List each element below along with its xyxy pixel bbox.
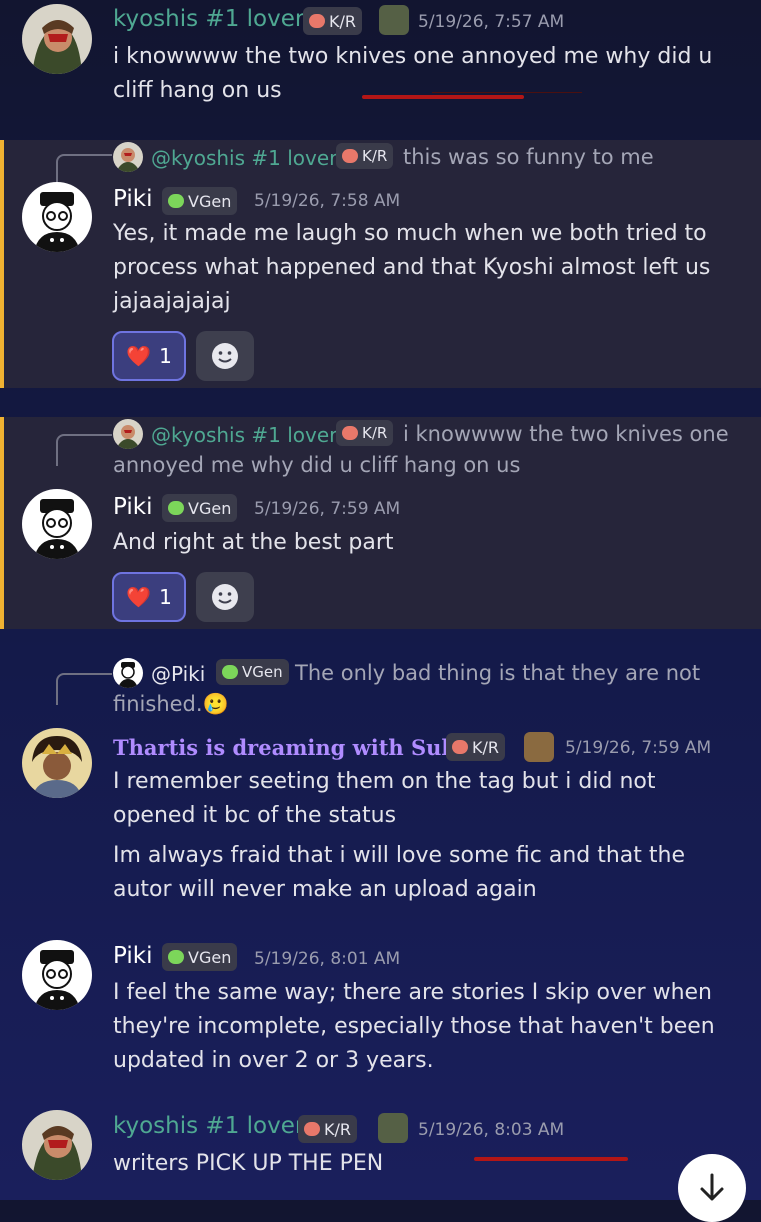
server-icon bbox=[379, 5, 409, 35]
role-tag[interactable]: K/R bbox=[446, 733, 505, 761]
timestamp: 5/19/26, 7:59 AM bbox=[565, 738, 712, 758]
role-tag-label: VGen bbox=[188, 947, 232, 967]
heart-emoji-icon: ❤️ bbox=[126, 344, 152, 368]
message-text: Yes, it made me laugh so much when we bo… bbox=[113, 221, 711, 314]
tag-icon bbox=[452, 740, 468, 754]
tag-icon bbox=[168, 501, 184, 515]
annotation-underline-thin bbox=[432, 92, 582, 93]
reaction-heart[interactable]: ❤️ 1 bbox=[112, 572, 186, 622]
tag-icon bbox=[309, 14, 325, 28]
avatar-piki[interactable] bbox=[22, 182, 92, 252]
add-reaction-button[interactable] bbox=[196, 572, 254, 622]
timestamp: 5/19/26, 7:57 AM bbox=[418, 12, 565, 32]
reaction-heart[interactable]: ❤️ 1 bbox=[112, 331, 186, 381]
add-reaction-button[interactable] bbox=[196, 331, 254, 381]
reply-avatar bbox=[113, 142, 143, 172]
role-tag[interactable]: K/R bbox=[303, 7, 362, 35]
annotation-underline bbox=[362, 95, 524, 99]
username[interactable]: Thartis is dreaming with Suki bbox=[113, 735, 464, 760]
reaction-count: 1 bbox=[159, 344, 172, 368]
role-tag-label: VGen bbox=[188, 191, 232, 211]
reply-role-tag: K/R bbox=[336, 143, 394, 169]
server-icon bbox=[378, 1113, 408, 1143]
role-tag[interactable]: VGen bbox=[162, 943, 238, 971]
highlight-bar bbox=[0, 140, 4, 388]
scroll-to-bottom-button[interactable] bbox=[678, 1154, 746, 1222]
avatar-piki[interactable] bbox=[22, 489, 92, 559]
timestamp: 5/19/26, 7:59 AM bbox=[254, 499, 401, 519]
avatar-piki[interactable] bbox=[22, 940, 92, 1010]
tag-icon bbox=[168, 194, 184, 208]
timestamp: 5/19/26, 8:03 AM bbox=[418, 1120, 565, 1140]
smiley-plus-icon bbox=[212, 584, 238, 610]
annotation-underline bbox=[474, 1157, 628, 1161]
avatar-kyoshi[interactable] bbox=[22, 1110, 92, 1180]
reply-preview-text[interactable]: The only bad thing is that they are not … bbox=[113, 658, 733, 720]
timestamp: 5/19/26, 7:58 AM bbox=[254, 191, 401, 211]
avatar-kyoshi[interactable] bbox=[22, 4, 92, 74]
reply-connector bbox=[56, 673, 112, 705]
reply-connector bbox=[56, 154, 112, 186]
role-tag-label: K/R bbox=[324, 1119, 351, 1139]
role-tag-label: VGen bbox=[188, 498, 232, 518]
reply-username[interactable]: @kyoshis #1 lover bbox=[151, 146, 337, 170]
message-text: And right at the best part bbox=[113, 530, 394, 555]
tag-icon bbox=[168, 950, 184, 964]
avatar-thartis[interactable] bbox=[22, 728, 92, 798]
role-tag-label: K/R bbox=[329, 11, 356, 31]
smiley-plus-icon bbox=[212, 343, 238, 369]
username[interactable]: kyoshis #1 lover bbox=[113, 1113, 304, 1139]
reply-connector bbox=[56, 434, 112, 466]
timestamp: 5/19/26, 8:01 AM bbox=[254, 949, 401, 969]
username[interactable]: Piki bbox=[113, 186, 152, 212]
role-tag[interactable]: VGen bbox=[162, 494, 238, 522]
tag-icon bbox=[342, 149, 358, 163]
highlight-bar bbox=[0, 417, 4, 629]
role-tag[interactable]: K/R bbox=[298, 1115, 357, 1143]
tag-icon bbox=[304, 1122, 320, 1136]
username[interactable]: kyoshis #1 lover bbox=[113, 6, 304, 32]
role-tag-label: K/R bbox=[472, 737, 499, 757]
role-tag[interactable]: VGen bbox=[162, 187, 238, 215]
reply-preview-text[interactable]: this was so funny to me bbox=[403, 142, 654, 173]
message-text: I remember seeting them on the tag but i… bbox=[113, 769, 656, 828]
server-icon bbox=[524, 732, 554, 762]
reply-preview-text[interactable]: i knowwww the two knives one annoyed me … bbox=[113, 419, 733, 481]
username[interactable]: Piki bbox=[113, 943, 152, 969]
heart-emoji-icon: ❤️ bbox=[126, 585, 152, 609]
message-text-2: Im always fraid that i will love some fi… bbox=[113, 843, 685, 902]
username[interactable]: Piki bbox=[113, 494, 152, 520]
message-text: writers PICK UP THE PEN bbox=[113, 1151, 384, 1176]
reaction-count: 1 bbox=[159, 585, 172, 609]
reply-role-tag-label: K/R bbox=[362, 147, 388, 165]
message-text: I feel the same way; there are stories I… bbox=[113, 980, 715, 1073]
